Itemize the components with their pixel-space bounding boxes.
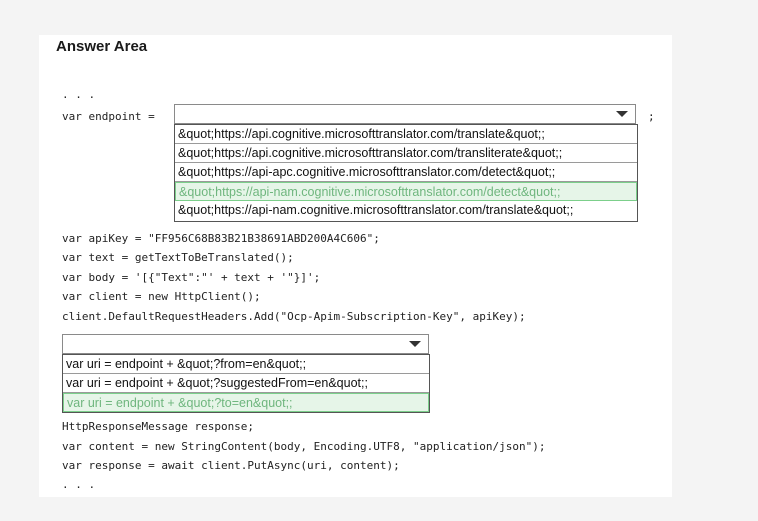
code-line-response-decl: HttpResponseMessage response; [62,420,255,433]
chevron-down-icon[interactable] [616,111,628,117]
endpoint-semicolon: ; [648,110,655,123]
endpoint-declaration: var endpoint = [62,110,162,123]
endpoint-option[interactable]: &quot;https://api.cognitive.microsofttra… [175,125,637,144]
endpoint-dropdown[interactable] [174,104,636,124]
code-ellipsis-bottom: . . . [62,478,96,491]
uri-options-list: var uri = endpoint + &quot;?from=en&quot… [62,354,430,413]
endpoint-option-selected[interactable]: &quot;https://api-nam.cognitive.microsof… [175,182,637,201]
code-line-body: var body = '[{"Text":"' + text + '"}]'; [62,271,321,284]
code-line-put: var response = await client.PutAsync(uri… [62,459,400,472]
answer-area-title: Answer Area [56,38,148,55]
code-line-text: var text = getTextToBeTranslated(); [62,251,294,264]
endpoint-option[interactable]: &quot;https://api-apc.cognitive.microsof… [175,163,637,182]
uri-option-selected[interactable]: var uri = endpoint + &quot;?to=en&quot;; [63,393,429,412]
code-ellipsis-top: . . . [62,88,96,101]
code-line-client: var client = new HttpClient(); [62,290,261,303]
uri-dropdown[interactable] [62,334,429,354]
uri-option[interactable]: var uri = endpoint + &quot;?suggestedFro… [63,374,429,393]
endpoint-options-list: &quot;https://api.cognitive.microsofttra… [174,124,638,222]
chevron-down-icon[interactable] [409,341,421,347]
endpoint-option[interactable]: &quot;https://api-nam.cognitive.microsof… [175,201,637,220]
code-line-headers: client.DefaultRequestHeaders.Add("Ocp-Ap… [62,310,526,323]
code-line-content: var content = new StringContent(body, En… [62,440,546,453]
uri-option[interactable]: var uri = endpoint + &quot;?from=en&quot… [63,355,429,374]
code-line-apikey: var apiKey = "FF956C68B83B21B38691ABD200… [62,232,380,245]
endpoint-option[interactable]: &quot;https://api.cognitive.microsofttra… [175,144,637,163]
